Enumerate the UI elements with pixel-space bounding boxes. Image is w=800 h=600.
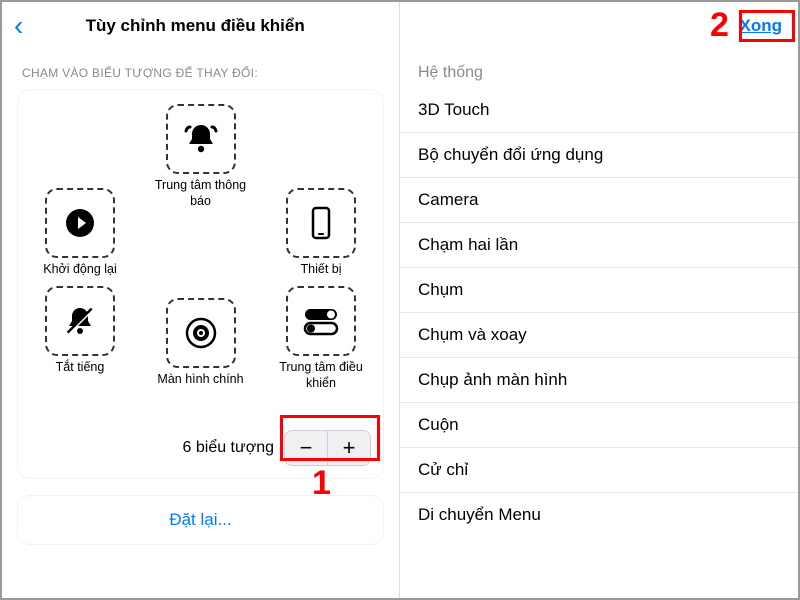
- slot-home[interactable]: Màn hình chính: [151, 298, 251, 388]
- home-ring-icon: [181, 313, 221, 353]
- list-item[interactable]: 3D Touch: [400, 88, 798, 133]
- slot-notification-center[interactable]: Trung tâm thông báo: [151, 104, 251, 209]
- mute-bell-icon: [60, 301, 100, 341]
- toggles-icon: [299, 301, 343, 341]
- list-item[interactable]: Chạm hai lần: [400, 223, 798, 268]
- bell-icon: [181, 119, 221, 159]
- slot-label: Khởi động lại: [30, 262, 130, 278]
- page-title: Tùy chỉnh menu điều khiển: [3, 16, 387, 36]
- reset-button[interactable]: Đặt lại...: [18, 496, 383, 544]
- slot-label: Thiết bị: [271, 262, 371, 278]
- slot-label: Màn hình chính: [151, 372, 251, 388]
- list-item[interactable]: Bộ chuyển đổi ứng dụng: [400, 133, 798, 178]
- list-item[interactable]: Di chuyển Menu: [400, 493, 798, 537]
- done-button[interactable]: Xong: [740, 16, 783, 36]
- slot-label: Tắt tiếng: [30, 360, 130, 376]
- list-item[interactable]: Chụp ảnh màn hình: [400, 358, 798, 403]
- device-icon: [301, 203, 341, 243]
- icon-grid-card: Trung tâm thông báo Khởi động lại: [18, 90, 383, 478]
- icon-count-stepper: − +: [284, 430, 371, 466]
- slot-label: Trung tâm điều khiển: [271, 360, 371, 391]
- stepper-plus-button[interactable]: +: [328, 431, 370, 465]
- list-item[interactable]: Cử chỉ: [400, 448, 798, 493]
- stepper-minus-button[interactable]: −: [285, 431, 327, 465]
- slot-device[interactable]: Thiết bị: [271, 188, 371, 278]
- instruction-label: CHẠM VÀO BIỂU TƯỢNG ĐỂ THAY ĐỔI:: [2, 50, 399, 86]
- list-item[interactable]: Camera: [400, 178, 798, 223]
- list-item[interactable]: Chụm và xoay: [400, 313, 798, 358]
- restart-icon: [60, 203, 100, 243]
- slot-restart[interactable]: Khởi động lại: [30, 188, 130, 278]
- slot-control-center[interactable]: Trung tâm điều khiển: [271, 286, 371, 391]
- action-list: 3D Touch Bộ chuyển đổi ứng dụng Camera C…: [400, 88, 798, 537]
- slot-mute[interactable]: Tắt tiếng: [30, 286, 130, 376]
- list-item[interactable]: Cuộn: [400, 403, 798, 448]
- icon-count-label: 6 biểu tượng: [183, 439, 274, 457]
- section-header: Hệ thống: [400, 50, 798, 88]
- slot-label: Trung tâm thông báo: [151, 178, 251, 209]
- list-item[interactable]: Chụm: [400, 268, 798, 313]
